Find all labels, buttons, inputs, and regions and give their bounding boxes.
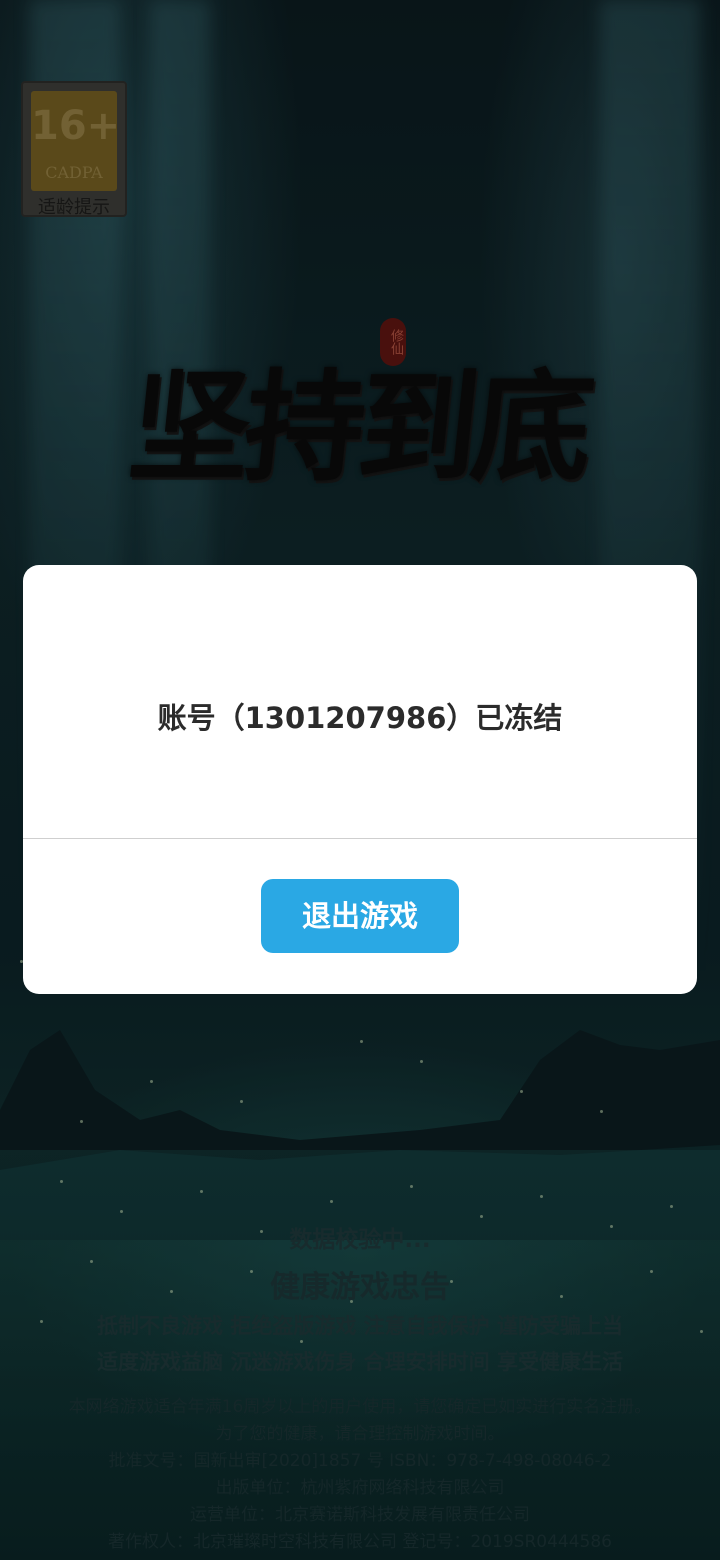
dialog-message: 账号（1301207986）已冻结	[157, 701, 563, 735]
exit-game-button[interactable]: 退出游戏	[261, 879, 459, 953]
game-loading-screen: 16+ CADPA 适龄提示 坚持到底 修仙 数据校验中... 健康游戏忠告 抵…	[0, 0, 720, 1560]
dialog-divider	[23, 838, 697, 839]
account-frozen-dialog: 账号（1301207986）已冻结 退出游戏	[23, 565, 697, 994]
